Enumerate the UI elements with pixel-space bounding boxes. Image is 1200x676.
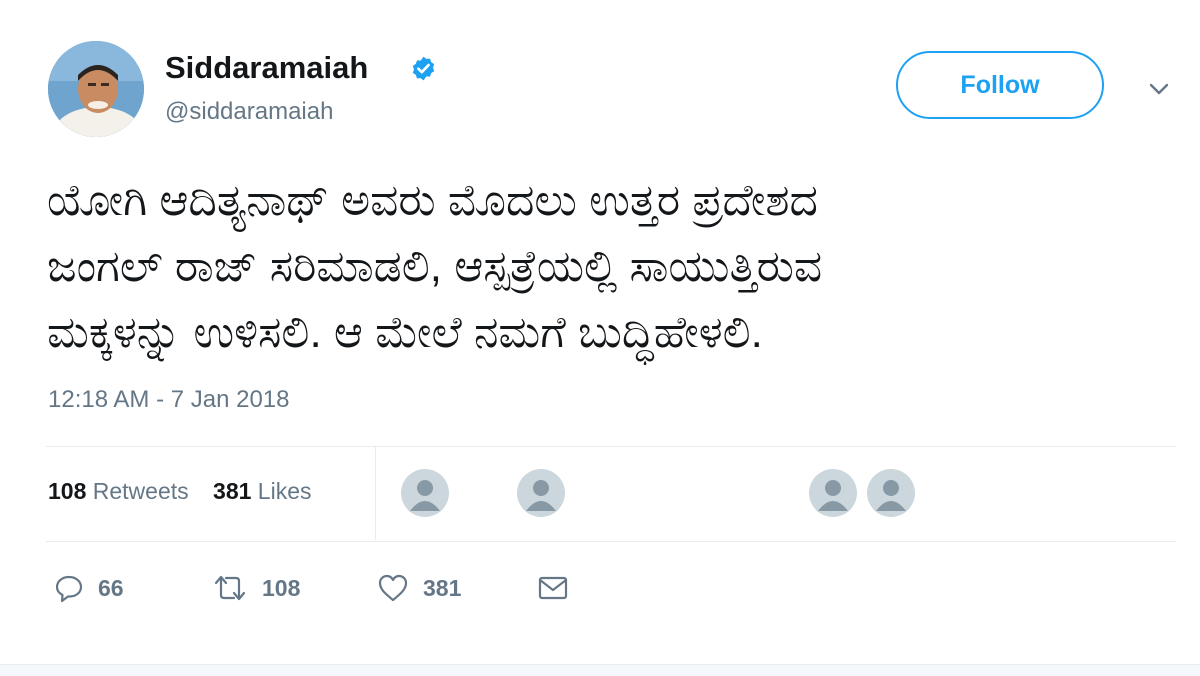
follow-button[interactable]: Follow: [896, 51, 1104, 119]
tweet-text-line: ಮಕ್ಕಳನ್ನು ಉಳಿಸಲಿ. ಆ ಮೇಲೆ ನಮಗೆ ಬುದ್ಧಿಹೇಳಲ…: [47, 308, 763, 357]
retweets-stat[interactable]: 108 Retweets: [48, 478, 189, 504]
retweet-icon: [214, 575, 246, 601]
envelope-icon: [538, 576, 568, 600]
reply-count: 66: [98, 574, 124, 601]
tweet-card: Siddaramaiah @siddaramaiah Follow ಯೋಗಿ ಆ…: [0, 0, 1200, 676]
tweet-stats: 108 Retweets 381 Likes: [48, 478, 312, 505]
likes-stat-label: Likes: [257, 478, 312, 504]
divider: [46, 446, 1176, 447]
retweets-stat-count: 108: [48, 478, 87, 504]
author-avatar[interactable]: [48, 41, 144, 137]
liker-avatar[interactable]: [809, 469, 857, 517]
chevron-down-icon[interactable]: [1146, 76, 1172, 102]
tweet-text-line: ಜಂಗಲ್ ರಾಜ್ ಸರಿಮಾಡಲಿ, ಆಸ್ಪತ್ರೆಯಲ್ಲಿ ಸಾಯುತ…: [47, 242, 823, 291]
reply-button[interactable]: 66: [54, 568, 124, 608]
default-user-icon: [818, 480, 848, 511]
bottom-strip: [0, 664, 1200, 676]
retweet-count: 108: [262, 574, 301, 601]
likes-stat[interactable]: 381 Likes: [213, 478, 311, 504]
liker-avatar[interactable]: [401, 469, 449, 517]
author-handle[interactable]: @siddaramaiah: [165, 98, 333, 126]
tweet-timestamp[interactable]: 12:18 AM - 7 Jan 2018: [48, 386, 290, 414]
author-display-name[interactable]: Siddaramaiah: [165, 50, 368, 86]
default-user-icon: [526, 480, 556, 511]
avatar-portrait: [48, 41, 144, 137]
default-user-icon: [410, 480, 440, 511]
retweet-button[interactable]: 108: [212, 568, 300, 608]
tweet-text: ಯೋಗಿ ಆದಿತ್ಯನಾಥ್ ಅವರು ಮೊದಲು ಉತ್ತರ ಪ್ರದೇಶದ…: [47, 168, 1157, 366]
like-button[interactable]: 381: [377, 568, 461, 608]
liker-avatar[interactable]: [517, 469, 565, 517]
divider: [46, 541, 1176, 542]
heart-icon: [378, 574, 408, 602]
like-count: 381: [423, 574, 462, 601]
verified-badge-icon: [410, 55, 437, 82]
liker-avatar[interactable]: [867, 469, 915, 517]
default-user-icon: [876, 480, 906, 511]
stats-separator: [375, 446, 376, 540]
retweets-stat-label: Retweets: [92, 478, 189, 504]
reply-icon: [55, 575, 83, 603]
tweet-text-line: ಯೋಗಿ ಆದಿತ್ಯನಾಥ್ ಅವರು ಮೊದಲು ಉತ್ತರ ಪ್ರದೇಶದ: [47, 176, 818, 225]
likes-stat-count: 381: [213, 478, 252, 504]
direct-message-button[interactable]: [537, 568, 569, 608]
